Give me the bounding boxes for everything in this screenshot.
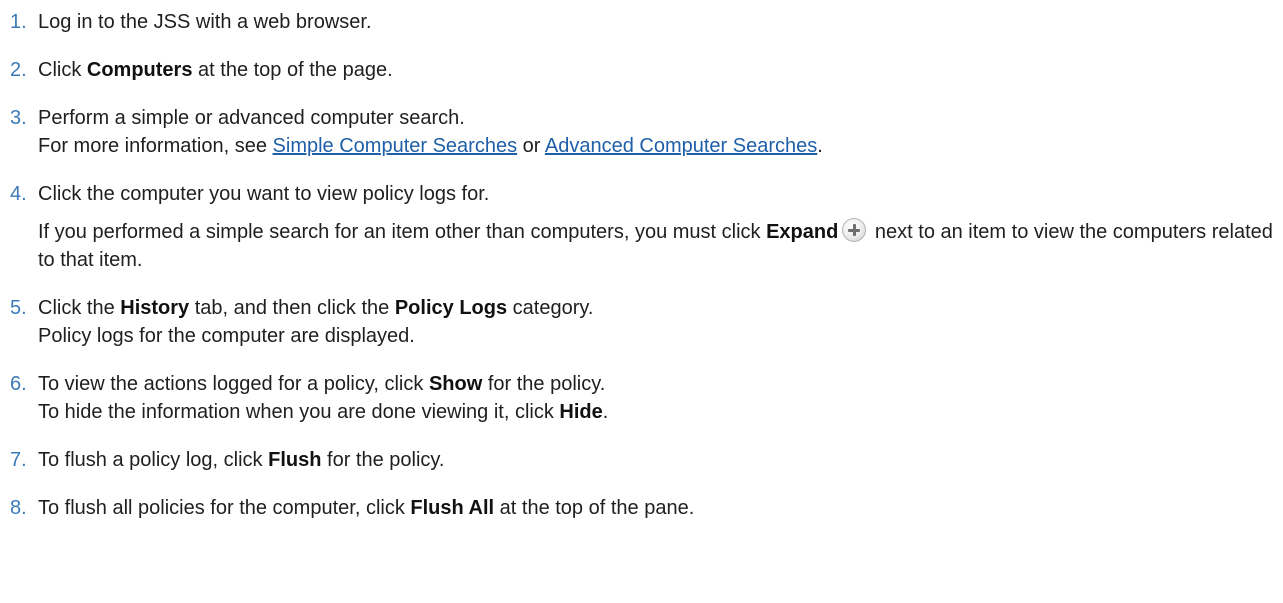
step-5: 5. Click the History tab, and then click… [0,294,1283,350]
step-1: 1. Log in to the JSS with a web browser. [0,8,1283,36]
ui-term-history: History [120,297,190,319]
step-text: To flush a policy log, click Flush for t… [38,446,1283,474]
step-number: 5. [10,297,27,319]
document-body: 1. Log in to the JSS with a web browser.… [0,0,1283,603]
step-text: Log in to the JSS with a web browser. [38,11,372,33]
link-advanced-computer-searches[interactable]: Advanced Computer Searches [545,135,817,157]
step-3: 3. Perform a simple or advanced computer… [0,104,1283,160]
ui-term-show: Show [428,373,483,395]
text-segment: To hide the information when you are don… [38,401,560,423]
text-segment: . [602,401,609,423]
step-subtext: To hide the information when you are don… [38,398,1283,426]
text-segment: tab, and then click the [189,297,395,319]
step-number: 4. [10,183,27,205]
step-2: 2. Click Computers at the top of the pag… [0,56,1283,84]
ui-term-expand: Expand [766,221,839,243]
step-number: 3. [10,107,27,129]
ui-term-computers: Computers [86,59,193,81]
text-segment: at the top of the page. [192,59,393,81]
expand-plus-icon [842,218,867,242]
text-segment: To flush a policy log, click [38,449,269,471]
text-segment: Click [38,59,87,81]
step-4: 4. Click the computer you want to view p… [0,180,1283,274]
text-segment: for the policy. [482,373,606,395]
step-text: Click the computer you want to view poli… [38,183,490,205]
step-text: To flush all policies for the computer, … [38,494,1283,522]
ui-term-hide: Hide [559,401,603,423]
step-subtext: Policy logs for the computer are display… [38,325,415,347]
text-segment: at the top of the pane. [494,497,695,519]
text-segment: or [517,135,545,157]
step-number: 2. [10,59,27,81]
step-number: 8. [10,497,27,519]
ui-term-flush: Flush [268,449,322,471]
step-number: 7. [10,449,27,471]
step-subtext: For more information, see Simple Compute… [38,132,1283,160]
text-segment: for the policy. [321,449,445,471]
step-note: If you performed a simple search for an … [38,218,1283,274]
link-simple-computer-searches[interactable]: Simple Computer Searches [273,135,518,157]
text-segment: . [817,135,823,157]
step-text: Click the History tab, and then click th… [38,294,1283,322]
text-segment: To view the actions logged for a policy,… [38,373,429,395]
step-6: 6. To view the actions logged for a poli… [0,370,1283,426]
step-8: 8. To flush all policies for the compute… [0,494,1283,522]
text-segment: category. [507,297,594,319]
steps-list: 1. Log in to the JSS with a web browser.… [0,8,1283,522]
step-text: Click Computers at the top of the page. [38,56,1283,84]
ui-term-policy-logs: Policy Logs [394,297,508,319]
text-segment: Click the [38,297,121,319]
text-segment: To flush all policies for the computer, … [38,497,411,519]
step-number: 1. [10,11,27,33]
step-text: Perform a simple or advanced computer se… [38,107,465,129]
text-segment: If you performed a simple search for an … [38,221,767,243]
step-number: 6. [10,373,27,395]
ui-term-flush-all: Flush All [410,497,495,519]
text-segment: For more information, see [38,135,273,157]
step-7: 7. To flush a policy log, click Flush fo… [0,446,1283,474]
step-text: To view the actions logged for a policy,… [38,370,1283,398]
